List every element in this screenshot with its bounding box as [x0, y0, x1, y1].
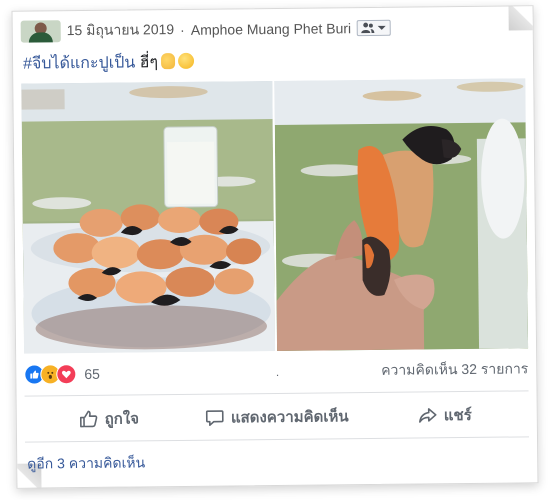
- chevron-down-icon: [377, 24, 387, 32]
- love-reaction-icon[interactable]: [56, 364, 77, 385]
- crab-bowl-illustration: [21, 81, 276, 354]
- post-card: 15 มิถุนายน 2019 · Amphoe Muang Phet Bur…: [11, 5, 539, 489]
- like-button[interactable]: ถูกใจ: [25, 404, 193, 434]
- share-arrow-icon: [418, 405, 438, 425]
- comments-count-link[interactable]: ความคิดเห็น 32 รายการ: [381, 358, 528, 382]
- meta-separator: ·: [180, 21, 185, 38]
- comment-button[interactable]: แสดงความคิดเห็น: [193, 402, 361, 432]
- post-caption: #จีบได้แกะปูเป็น ฮี่ๆ: [23, 50, 195, 77]
- action-bar: ถูกใจ แสดงความคิดเห็น แชร์: [25, 400, 529, 433]
- photo-grid: [21, 78, 529, 354]
- post-header: 15 มิถุนายน 2019 · Amphoe Muang Phet Bur…: [20, 14, 523, 43]
- share-button[interactable]: แชร์: [361, 400, 529, 430]
- photo-crab-claws-bowl[interactable]: [21, 81, 276, 354]
- thumbs-up-icon: [79, 409, 99, 429]
- comment-bubble-icon: [205, 408, 225, 428]
- like-label: ถูกใจ: [104, 410, 140, 428]
- comment-label: แสดงความคิดเห็น: [230, 408, 349, 427]
- divider-top: [24, 390, 529, 397]
- photo-crab-claw-hand[interactable]: [274, 78, 529, 351]
- divider-bottom: [25, 436, 530, 443]
- ok-hand-emoji-icon: [160, 53, 176, 70]
- friends-icon: [361, 22, 375, 34]
- view-more-comments-link[interactable]: ดูอีก 3 ความคิดเห็น: [27, 452, 145, 475]
- hashtag-link[interactable]: #จีบได้แกะปูเป็น: [23, 54, 135, 72]
- post-date[interactable]: 15 มิถุนายน 2019: [67, 19, 175, 42]
- reaction-count[interactable]: 65: [84, 366, 100, 382]
- reaction-stats: 65 . ความคิดเห็น 32 รายการ: [24, 358, 528, 385]
- caption-text: ฮี่ๆ: [135, 54, 159, 72]
- post-location[interactable]: Amphoe Muang Phet Buri: [191, 20, 351, 38]
- share-label: แชร์: [443, 406, 472, 425]
- wink-kiss-emoji-icon: [177, 52, 195, 70]
- stats-dot: .: [275, 364, 280, 379]
- avatar[interactable]: [20, 20, 61, 43]
- crab-claw-hand-illustration: [274, 78, 529, 351]
- privacy-selector[interactable]: [357, 19, 392, 37]
